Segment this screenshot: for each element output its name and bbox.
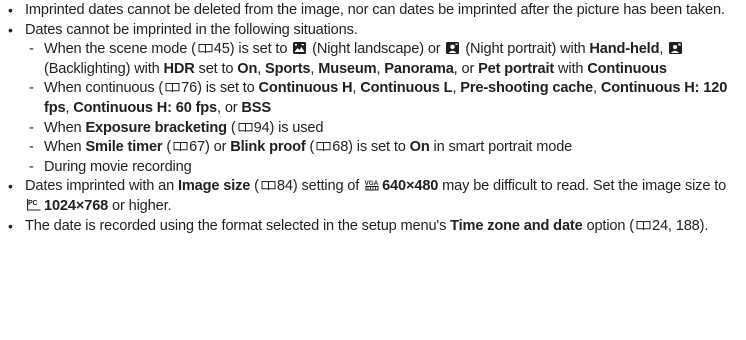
backlighting-icon bbox=[669, 42, 683, 55]
text: Dates imprinted with an bbox=[25, 178, 178, 195]
bold-term: Exposure bracketing bbox=[85, 119, 227, 136]
bold-term: Blink proof bbox=[230, 139, 306, 156]
text: set to bbox=[194, 60, 238, 77]
text: ). bbox=[699, 217, 709, 234]
text: , or bbox=[217, 99, 242, 116]
bullet-item-date-format: The date is recorded using the format se… bbox=[6, 217, 740, 237]
text: (Night portrait) with bbox=[461, 41, 590, 58]
book-reference-icon bbox=[636, 220, 651, 231]
situation-smile-timer: When Smile timer (67) or Blink proof (68… bbox=[25, 138, 740, 158]
situation-exposure-bracketing: When Exposure bracketing (94) is used bbox=[25, 119, 740, 139]
bold-term: Continuous H bbox=[258, 80, 353, 97]
bold-term: Museum bbox=[318, 60, 377, 77]
bullet-item-situations: Dates cannot be imprinted in the followi… bbox=[6, 21, 740, 178]
night-portrait-icon bbox=[446, 42, 460, 55]
bold-term: 640×480 bbox=[382, 178, 439, 195]
text: When bbox=[44, 139, 86, 156]
text: with bbox=[554, 60, 588, 77]
situation-movie-recording: During movie recording bbox=[25, 158, 740, 178]
text: ( bbox=[162, 139, 172, 156]
book-reference-icon bbox=[261, 180, 276, 191]
text: , bbox=[659, 41, 668, 58]
text: (Backlighting) with bbox=[44, 60, 164, 77]
bold-term: Panorama bbox=[384, 60, 454, 77]
bold-term: Image size bbox=[177, 178, 251, 195]
bold-term: 1024×768 bbox=[44, 197, 109, 214]
text: ) is used bbox=[269, 119, 324, 136]
bold-term: HDR bbox=[163, 60, 195, 77]
page-ref-number: 24, 188 bbox=[651, 217, 700, 234]
page-ref-number: 68 bbox=[332, 139, 349, 156]
text: , or bbox=[453, 60, 479, 77]
text: ( bbox=[250, 178, 259, 195]
svg-text:PC: PC bbox=[28, 200, 38, 207]
page-ref-number: 67 bbox=[189, 139, 206, 156]
bold-term: Sports bbox=[265, 60, 311, 77]
page-ref-number: 45 bbox=[213, 41, 230, 58]
text: The date is recorded using the format se… bbox=[25, 217, 451, 234]
bullet-item-image-size: Dates imprinted with an Image size (84) … bbox=[6, 177, 740, 216]
text: ( bbox=[226, 119, 236, 136]
book-reference-icon bbox=[173, 141, 188, 152]
bold-term: Smile timer bbox=[85, 139, 163, 156]
book-reference-icon bbox=[316, 141, 331, 152]
bold-term: Hand-held bbox=[589, 41, 660, 58]
text: ) is set to bbox=[348, 139, 410, 156]
notes-list: Imprinted dates cannot be deleted from t… bbox=[6, 1, 740, 236]
text: , bbox=[257, 60, 266, 77]
bullet-text: Imprinted dates cannot be deleted from t… bbox=[25, 2, 725, 18]
text: (Night landscape) or bbox=[308, 41, 445, 58]
text: may be difficult to read. Set the image … bbox=[438, 178, 727, 195]
text: ) setting of bbox=[292, 178, 364, 195]
text: ) or bbox=[205, 139, 231, 156]
bold-term: Pet portrait bbox=[478, 60, 555, 77]
bold-term: On bbox=[409, 139, 430, 156]
bold-term: Time zone and date bbox=[450, 217, 583, 234]
text: During movie recording bbox=[44, 158, 192, 175]
svg-text:VGA: VGA bbox=[365, 180, 379, 187]
text: ( bbox=[305, 139, 315, 156]
image-size-vga-icon: VGA bbox=[364, 178, 380, 191]
bullet-text: Dates cannot be imprinted in the followi… bbox=[25, 21, 358, 38]
text: When the scene mode ( bbox=[44, 41, 196, 58]
book-reference-icon bbox=[238, 122, 253, 133]
book-reference-icon bbox=[198, 43, 213, 54]
text: ) is set to bbox=[197, 80, 259, 97]
text: in smart portrait mode bbox=[429, 139, 573, 156]
text: When bbox=[44, 119, 86, 136]
bold-term: Continuous H: 60 fps bbox=[73, 99, 218, 116]
text: ) is set to bbox=[229, 41, 292, 58]
bold-term: BSS bbox=[241, 99, 271, 116]
page-ref-number: 94 bbox=[253, 119, 270, 136]
bold-term: On bbox=[237, 60, 258, 77]
night-landscape-icon bbox=[293, 42, 307, 55]
text: or higher. bbox=[108, 197, 172, 214]
text: , bbox=[593, 80, 601, 97]
text: When continuous ( bbox=[44, 80, 164, 97]
situation-continuous: When continuous ( 76) is set to Continuou… bbox=[25, 79, 740, 118]
bullet-item-deletion: Imprinted dates cannot be deleted from t… bbox=[6, 1, 740, 21]
page-ref-number: 84 bbox=[276, 178, 293, 195]
bold-term: Continuous bbox=[587, 60, 667, 77]
bold-term: Continuous L bbox=[360, 80, 453, 97]
situation-scene-mode: When the scene mode ( 45) is set to (Nigh… bbox=[25, 40, 740, 79]
notes-page: Imprinted dates cannot be deleted from t… bbox=[0, 0, 746, 340]
situations-sublist: When the scene mode (45) is set to (Nigh… bbox=[25, 40, 740, 177]
image-size-pc-icon: PC bbox=[26, 198, 42, 211]
text: option ( bbox=[582, 217, 634, 234]
page-ref-number: 76 bbox=[181, 80, 198, 97]
bold-term: Pre-shooting cache bbox=[460, 80, 593, 97]
book-reference-icon bbox=[165, 82, 180, 93]
